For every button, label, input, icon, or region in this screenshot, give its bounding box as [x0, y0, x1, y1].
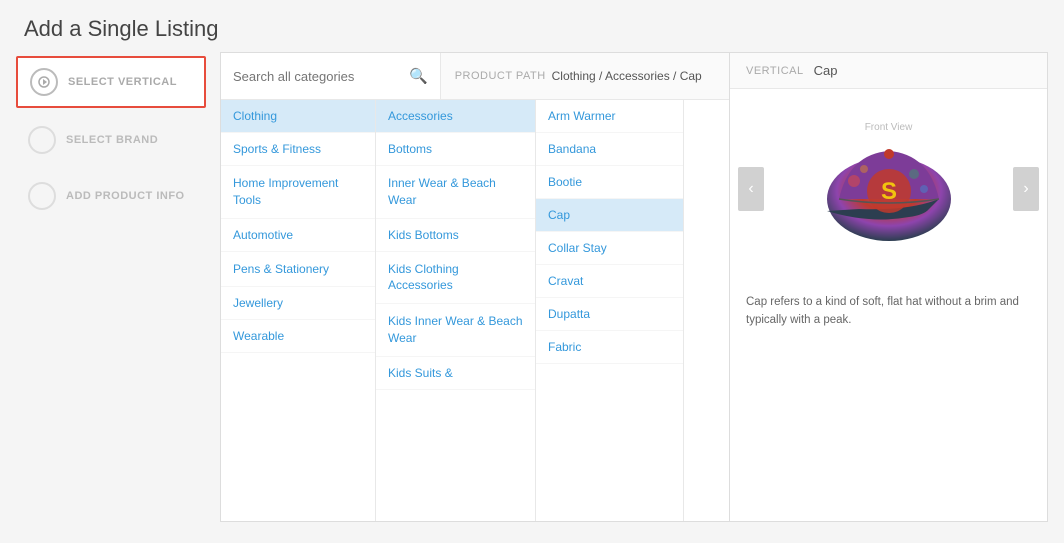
cat-item-accessories[interactable]: Accessories: [376, 100, 535, 133]
cat-item-automotive[interactable]: Automotive: [221, 219, 375, 252]
search-input[interactable]: [233, 69, 409, 84]
category-selector: 🔍 Product Path Clothing / Accessories / …: [221, 53, 729, 521]
next-image-button[interactable]: ›: [1013, 167, 1039, 211]
product-path-value: Clothing / Accessories / Cap: [552, 69, 702, 83]
step-select-brand[interactable]: SELECT BRAND: [16, 116, 206, 164]
product-path-label: Product Path: [455, 70, 546, 82]
category-column-empty: [684, 100, 729, 521]
cat-item-jewellery[interactable]: Jewellery: [221, 287, 375, 320]
category-column-1: Clothing Sports & Fitness Home Improveme…: [221, 100, 376, 521]
cap-image: S: [809, 139, 969, 254]
cat-item-clothing[interactable]: Clothing: [221, 100, 375, 133]
preview-description: Cap refers to a kind of soft, flat hat w…: [730, 289, 1047, 346]
cat-item-inner-wear[interactable]: Inner Wear & Beach Wear: [376, 166, 535, 219]
step-label-2: SELECT BRAND: [66, 134, 158, 146]
cat-item-pens-stationery[interactable]: Pens & Stationery: [221, 252, 375, 288]
step-circle-3: [28, 182, 56, 210]
svg-text:S: S: [880, 178, 896, 205]
front-view-label: Front View: [809, 122, 969, 133]
product-path-bar: Product Path Clothing / Accessories / Ca…: [441, 53, 729, 99]
step-circle-2: [28, 126, 56, 154]
cat-item-kids-bottoms[interactable]: Kids Bottoms: [376, 219, 535, 252]
step-circle-1: [30, 68, 58, 96]
cat-item-kids-inner-wear[interactable]: Kids Inner Wear & Beach Wear: [376, 304, 535, 357]
cat-item-cap[interactable]: Cap: [536, 199, 683, 232]
cat-item-fabric[interactable]: Fabric: [536, 331, 683, 364]
cat-item-bottoms[interactable]: Bottoms: [376, 133, 535, 166]
step-label-3: ADD PRODUCT INFO: [66, 190, 185, 202]
cat-item-collar-stay[interactable]: Collar Stay: [536, 232, 683, 265]
search-icon: 🔍: [409, 67, 428, 85]
step-select-vertical[interactable]: SELECT VERTICAL: [16, 56, 206, 108]
preview-vertical-label: VERTICAL: [746, 65, 804, 77]
search-bar: 🔍: [221, 53, 441, 99]
cat-item-arm-warmer[interactable]: Arm Warmer: [536, 100, 683, 133]
cat-item-kids-suits[interactable]: Kids Suits &: [376, 357, 535, 390]
cat-item-cravat[interactable]: Cravat: [536, 265, 683, 298]
preview-vertical-value: Cap: [814, 63, 838, 78]
preview-panel: VERTICAL Cap ‹ Front View: [729, 53, 1047, 521]
step-label-1: SELECT VERTICAL: [68, 76, 177, 88]
cat-item-dupatta[interactable]: Dupatta: [536, 298, 683, 331]
preview-header: VERTICAL Cap: [730, 53, 1047, 89]
step-add-product-info[interactable]: ADD PRODUCT INFO: [16, 172, 206, 220]
cat-item-home-improvement[interactable]: Home Improvement Tools: [221, 166, 375, 219]
page-title: Add a Single Listing: [0, 0, 1064, 52]
category-column-2: Accessories Bottoms Inner Wear & Beach W…: [376, 100, 536, 521]
cat-item-kids-clothing[interactable]: Kids Clothing Accessories: [376, 252, 535, 305]
steps-sidebar: SELECT VERTICAL SELECT BRAND ADD PRODUCT…: [16, 52, 206, 220]
cat-item-wearable[interactable]: Wearable: [221, 320, 375, 353]
preview-image-area: ‹ Front View: [730, 89, 1047, 289]
prev-image-button[interactable]: ‹: [738, 167, 764, 211]
cat-item-bandana[interactable]: Bandana: [536, 133, 683, 166]
category-column-3: Arm Warmer Bandana Bootie Cap Collar Sta…: [536, 100, 684, 521]
cat-item-bootie[interactable]: Bootie: [536, 166, 683, 199]
cat-item-sports[interactable]: Sports & Fitness: [221, 133, 375, 166]
